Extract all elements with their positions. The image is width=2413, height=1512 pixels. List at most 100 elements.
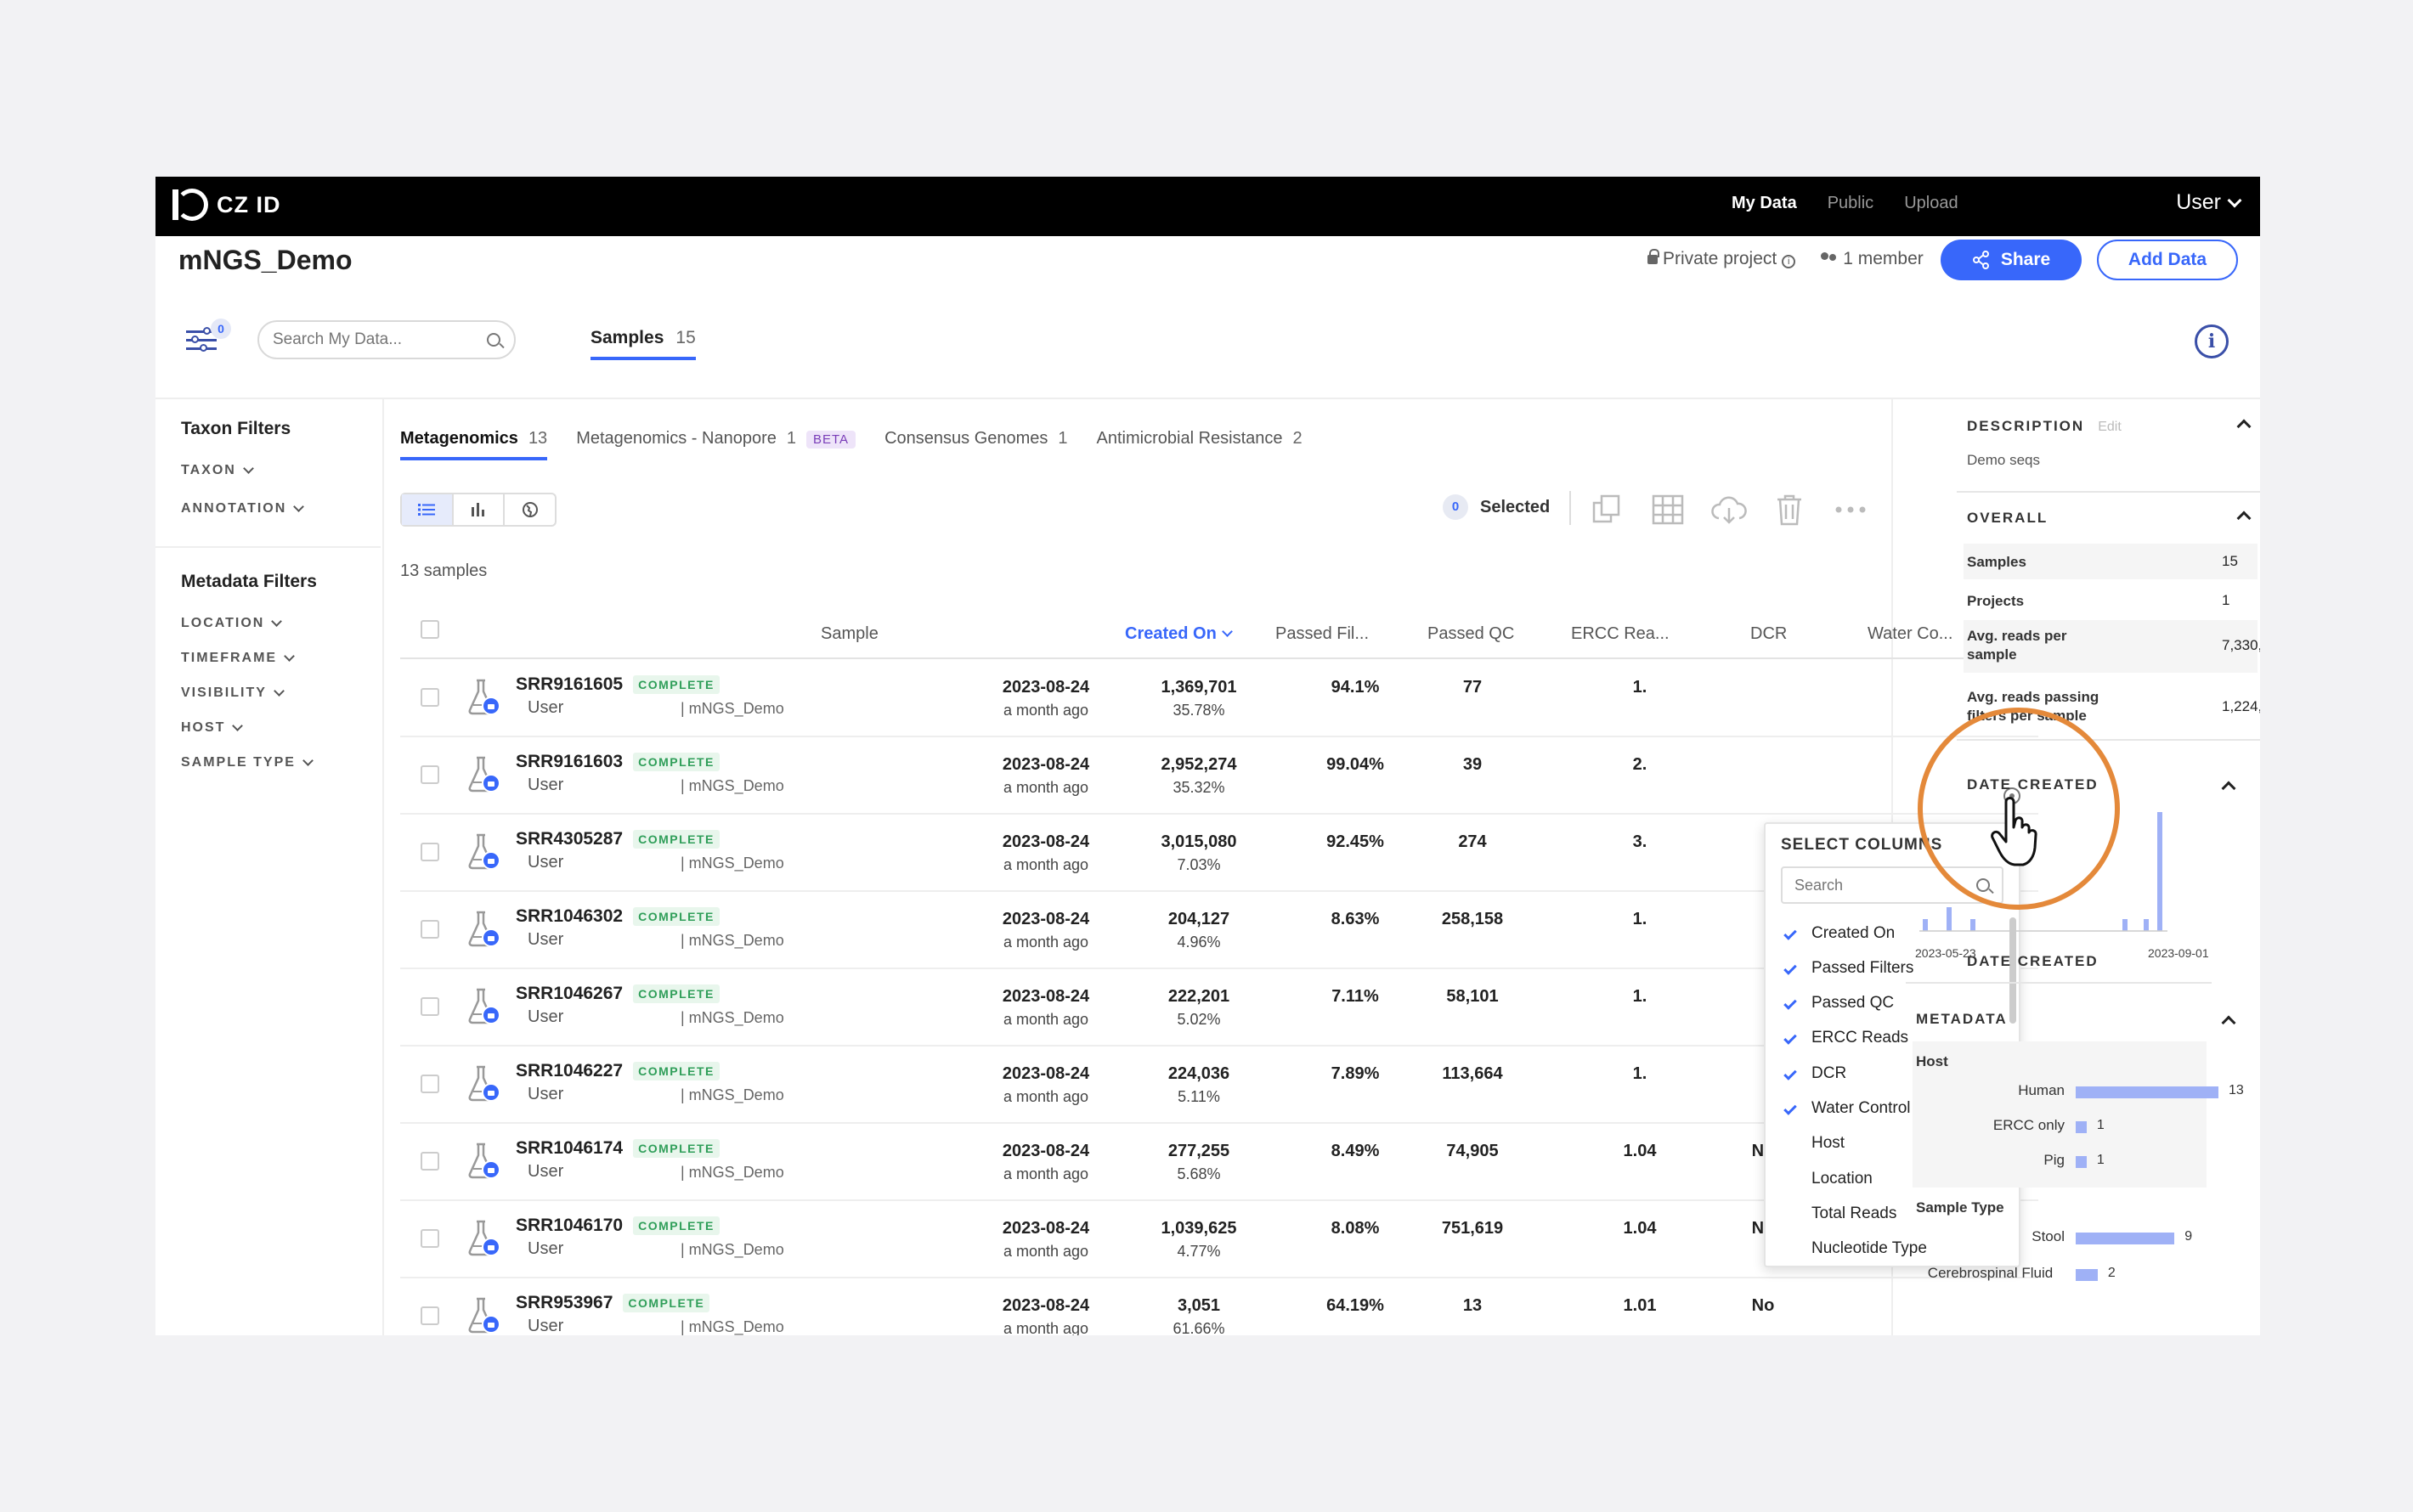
sample-name[interactable]: SRR4305287 COMPLETE: [516, 829, 720, 849]
row-checkbox[interactable]: [421, 920, 439, 939]
bar[interactable]: [2076, 1086, 2218, 1098]
czid-logo[interactable]: CZ ID: [172, 189, 281, 221]
filter-taxon[interactable]: TAXON: [181, 463, 368, 478]
help-info-icon[interactable]: i: [2195, 324, 2229, 358]
bar[interactable]: [2076, 1233, 2175, 1244]
sample-name-text: SRR4305287: [516, 829, 624, 849]
row-checkbox[interactable]: [421, 1229, 439, 1248]
sample-name[interactable]: SRR1046174 COMPLETE: [516, 1138, 720, 1159]
tab-metagenomics[interactable]: Metagenomics 13: [400, 429, 548, 460]
cloud-download-icon[interactable]: [1710, 493, 1747, 527]
date-bar[interactable]: [2144, 919, 2149, 931]
filter-location[interactable]: LOCATION: [181, 616, 368, 631]
passed-qc-cell: 8.08%: [1331, 1219, 1380, 1238]
row-checkbox[interactable]: [421, 1075, 439, 1093]
column-option[interactable]: Created On: [1781, 916, 1895, 951]
date-bar[interactable]: [2122, 919, 2128, 931]
table-row[interactable]: SRR9161603 COMPLETE User | mNGS_Demo 2023-08…: [400, 738, 2038, 815]
private-lock-icon: [482, 774, 500, 793]
column-option[interactable]: Location: [1781, 1161, 1873, 1196]
add-data-button[interactable]: Add Data: [2097, 240, 2238, 280]
filter-host[interactable]: HOST: [181, 720, 368, 736]
bar-chart-icon: [472, 503, 484, 516]
filter-visibility[interactable]: VISIBILITY: [181, 685, 368, 701]
privacy-status[interactable]: Private project i: [1647, 249, 1796, 269]
checkmark-icon: [1783, 996, 1797, 1010]
column-header-sample[interactable]: Sample: [821, 608, 879, 659]
column-header-passed-filters[interactable]: Passed Fil...: [1275, 608, 1369, 659]
column-option[interactable]: ERCC Reads: [1781, 1021, 1908, 1056]
sample-project: | mNGS_Demo: [681, 855, 784, 872]
selected-count-badge: 0: [1443, 494, 1468, 520]
bar[interactable]: [2076, 1269, 2098, 1281]
sample-project: | mNGS_Demo: [681, 777, 784, 794]
tab-consensus-genomes[interactable]: Consensus Genomes 1: [884, 429, 1067, 460]
table-view-button[interactable]: [402, 494, 454, 525]
map-view-button[interactable]: [505, 494, 555, 525]
tab-antimicrobial-resistance[interactable]: Antimicrobial Resistance 2: [1097, 429, 1303, 460]
chevron-down-icon: [302, 755, 314, 766]
share-button[interactable]: Share: [1941, 240, 2082, 280]
people-icon: [1821, 252, 1838, 264]
more-options-icon[interactable]: [1834, 493, 1868, 527]
sample-name[interactable]: SRR953967 COMPLETE: [516, 1293, 710, 1313]
filter-timeframe[interactable]: TIMEFRAME: [181, 651, 368, 666]
column-option[interactable]: Passed Filters: [1781, 951, 1913, 985]
filter-annotation[interactable]: ANNOTATION: [181, 501, 368, 516]
user-menu[interactable]: User: [2176, 190, 2242, 215]
bar[interactable]: [2076, 1156, 2087, 1168]
row-checkbox[interactable]: [421, 765, 439, 784]
private-lock-icon: [482, 697, 500, 715]
trash-icon[interactable]: [1772, 493, 1806, 527]
row-checkbox[interactable]: [421, 1306, 439, 1325]
date-bar[interactable]: [1923, 919, 1928, 931]
search-input[interactable]: [273, 330, 487, 349]
column-option[interactable]: Water Control: [1781, 1092, 1911, 1126]
tab-samples[interactable]: Samples 15: [591, 328, 696, 360]
column-option[interactable]: Host: [1781, 1126, 1845, 1161]
ercc-reads-cell: 751,619: [1441, 1219, 1504, 1238]
date-bar[interactable]: [1947, 907, 1952, 931]
sample-name[interactable]: SRR1046267 COMPLETE: [516, 984, 720, 1004]
date-bar[interactable]: [2157, 812, 2162, 931]
info-icon[interactable]: i: [1782, 255, 1796, 268]
column-header-ercc-reads[interactable]: ERCC Rea...: [1571, 608, 1670, 659]
column-option[interactable]: Total Reads: [1781, 1196, 1896, 1231]
nav-upload[interactable]: Upload: [1904, 194, 1958, 213]
filter-sample-type[interactable]: SAMPLE TYPE: [181, 755, 368, 770]
column-header-passed-qc[interactable]: Passed QC: [1427, 608, 1514, 659]
sample-name[interactable]: SRR1046227 COMPLETE: [516, 1061, 720, 1081]
row-checkbox[interactable]: [421, 688, 439, 707]
sample-name[interactable]: SRR9161603 COMPLETE: [516, 752, 720, 772]
date-bar[interactable]: [1970, 919, 1975, 931]
member-count[interactable]: 1 member: [1821, 249, 1924, 269]
bar[interactable]: [2076, 1121, 2087, 1133]
column-header-created-on[interactable]: Created On: [1125, 608, 1233, 659]
copy-icon[interactable]: [1590, 493, 1624, 527]
heatmap-icon[interactable]: [1651, 493, 1685, 527]
column-option[interactable]: Passed QC: [1781, 986, 1894, 1021]
tab-metagenomics-nanopore[interactable]: Metagenomics - Nanopore 1 BETA: [576, 429, 856, 460]
column-header-dcr[interactable]: DCR: [1750, 608, 1787, 659]
chart-view-button[interactable]: [454, 494, 506, 525]
column-option[interactable]: DCR: [1781, 1056, 1846, 1091]
row-checkbox[interactable]: [421, 843, 439, 861]
ercc-reads-cell: 58,101: [1446, 987, 1499, 1006]
search-box[interactable]: [257, 320, 516, 359]
row-checkbox[interactable]: [421, 997, 439, 1016]
nav-public[interactable]: Public: [1828, 194, 1873, 213]
checkmark-icon: [1783, 1102, 1797, 1115]
created-date: 2023-08-24: [1002, 910, 1090, 928]
sample-name[interactable]: SRR9161605 COMPLETE: [516, 674, 720, 695]
table-row[interactable]: SRR953967 COMPLETE User | mNGS_Demo 2023-08-…: [400, 1279, 2038, 1335]
filter-timeframe-label: TIMEFRAME: [181, 651, 278, 665]
row-checkbox[interactable]: [421, 1152, 439, 1171]
sample-name[interactable]: SRR1046170 COMPLETE: [516, 1216, 720, 1236]
table-row[interactable]: SRR9161605 COMPLETE User | mNGS_Demo 2023-08…: [400, 661, 2038, 737]
sample-name[interactable]: SRR1046302 COMPLETE: [516, 906, 720, 927]
privacy-label: Private project: [1663, 249, 1777, 268]
private-lock-icon: [482, 1006, 500, 1024]
select-all-checkbox[interactable]: [421, 620, 439, 639]
nav-my-data[interactable]: My Data: [1732, 194, 1797, 213]
beta-badge: BETA: [806, 431, 856, 449]
